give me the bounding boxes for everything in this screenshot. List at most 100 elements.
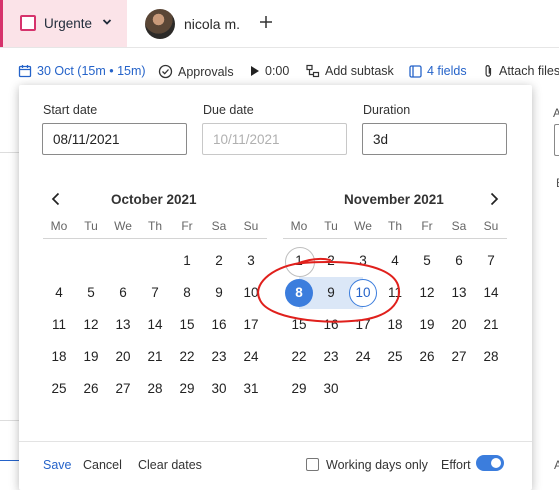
day-cell[interactable]: 18 <box>43 341 75 373</box>
day-cell[interactable]: 17 <box>235 309 267 341</box>
attach-files-button[interactable]: Attach files <box>483 64 559 78</box>
day-cell[interactable]: 22 <box>171 341 203 373</box>
cancel-button[interactable]: Cancel <box>83 458 122 472</box>
day-cell[interactable]: 12 <box>75 309 107 341</box>
day-cell[interactable]: 5 <box>411 245 443 277</box>
day-cell[interactable]: 19 <box>75 341 107 373</box>
working-days-checkbox[interactable] <box>306 458 319 471</box>
add-subtask-button[interactable]: Add subtask <box>306 64 394 78</box>
day-cell[interactable]: 31 <box>235 373 267 405</box>
clear-dates-button[interactable]: Clear dates <box>138 458 202 472</box>
day-cell[interactable]: 6 <box>443 245 475 277</box>
weekday-label: Sa <box>451 219 467 233</box>
day-cell[interactable]: 14 <box>139 309 171 341</box>
timer-button[interactable]: 0:00 <box>250 64 289 78</box>
day-cell[interactable]: 9 <box>203 277 235 309</box>
day-cell[interactable]: 29 <box>171 373 203 405</box>
day-number: 14 <box>147 317 163 332</box>
due-date-input[interactable]: 10/11/2021 <box>202 123 347 155</box>
day-cell[interactable]: 30 <box>315 373 347 405</box>
day-cell[interactable]: 19 <box>411 309 443 341</box>
add-assignee-icon[interactable] <box>258 14 274 30</box>
approvals-button[interactable]: Approvals <box>158 64 234 79</box>
timer-label: 0:00 <box>265 64 290 78</box>
day-cell[interactable]: 3 <box>347 245 379 277</box>
add-subtask-label: Add subtask <box>325 64 394 78</box>
assignee-name[interactable]: nicola m. <box>184 16 240 32</box>
day-cell[interactable]: 21 <box>139 341 171 373</box>
task-header: Urgente nicola m. <box>0 0 559 48</box>
day-cell[interactable]: 22 <box>283 341 315 373</box>
day-cell[interactable]: 7 <box>139 277 171 309</box>
selected-end-day[interactable]: 10 <box>347 277 379 309</box>
day-number: 3 <box>359 253 367 268</box>
background-field[interactable] <box>554 124 559 156</box>
day-number: 20 <box>451 317 467 332</box>
day-cell[interactable]: 4 <box>379 245 411 277</box>
day-cell[interactable]: 10 <box>235 277 267 309</box>
day-cell[interactable]: 27 <box>107 373 139 405</box>
day-cell[interactable]: 25 <box>379 341 411 373</box>
save-button[interactable]: Save <box>43 458 72 472</box>
day-cell[interactable]: 5 <box>75 277 107 309</box>
avatar[interactable] <box>145 9 175 39</box>
day-cell[interactable]: 20 <box>443 309 475 341</box>
day-cell[interactable]: 16 <box>203 309 235 341</box>
day-cell[interactable]: 15 <box>171 309 203 341</box>
day-cell[interactable]: 26 <box>411 341 443 373</box>
weekday-label: Tu <box>84 219 98 233</box>
day-cell[interactable]: 20 <box>107 341 139 373</box>
day-cell[interactable]: 16 <box>315 309 347 341</box>
day-number: 10 <box>349 279 377 307</box>
day-cell[interactable]: 11 <box>43 309 75 341</box>
day-cell[interactable]: 24 <box>347 341 379 373</box>
day-number: 19 <box>83 349 99 364</box>
day-cell[interactable]: 25 <box>43 373 75 405</box>
day-cell[interactable]: 23 <box>315 341 347 373</box>
day-number: 15 <box>179 317 195 332</box>
day-cell[interactable]: 23 <box>203 341 235 373</box>
day-number: 29 <box>291 381 307 396</box>
day-cell[interactable]: 9 <box>315 277 347 309</box>
day-cell[interactable]: 8 <box>171 277 203 309</box>
effort-toggle[interactable] <box>476 455 504 471</box>
day-number: 23 <box>323 349 339 364</box>
day-cell[interactable]: 11 <box>379 277 411 309</box>
date-button[interactable]: 30 Oct (15m • 15m) <box>18 64 146 78</box>
day-number: 2 <box>327 253 335 268</box>
day-cell[interactable]: 27 <box>443 341 475 373</box>
status-checkbox[interactable] <box>20 15 36 31</box>
day-cell[interactable]: 29 <box>283 373 315 405</box>
fields-button[interactable]: 4 fields <box>409 64 467 78</box>
day-cell[interactable]: 28 <box>139 373 171 405</box>
selected-start-day[interactable]: 8 <box>283 277 315 309</box>
day-cell[interactable]: 15 <box>283 309 315 341</box>
day-cell[interactable]: 21 <box>475 309 507 341</box>
day-cell[interactable]: 6 <box>107 277 139 309</box>
day-cell[interactable]: 2 <box>203 245 235 277</box>
day-cell[interactable]: 3 <box>235 245 267 277</box>
day-cell[interactable]: 1 <box>171 245 203 277</box>
fields-label: 4 fields <box>427 64 467 78</box>
day-cell[interactable]: 28 <box>475 341 507 373</box>
weekday-label: Fr <box>181 219 193 233</box>
day-cell[interactable]: 4 <box>43 277 75 309</box>
chevron-left-icon[interactable] <box>49 192 63 206</box>
start-date-label: Start date <box>43 103 98 117</box>
status-dropdown[interactable]: Urgente <box>0 0 127 47</box>
start-date-input[interactable]: 08/11/2021 <box>42 123 187 155</box>
duration-input[interactable]: 3d <box>362 123 507 155</box>
day-cell[interactable]: 26 <box>75 373 107 405</box>
day-cell[interactable]: 7 <box>475 245 507 277</box>
day-cell[interactable]: 24 <box>235 341 267 373</box>
day-cell[interactable]: 12 <box>411 277 443 309</box>
today-day[interactable]: 1 <box>283 245 315 277</box>
day-cell[interactable]: 13 <box>107 309 139 341</box>
chevron-right-icon[interactable] <box>487 192 501 206</box>
day-cell[interactable]: 13 <box>443 277 475 309</box>
day-cell[interactable]: 17 <box>347 309 379 341</box>
day-cell[interactable]: 2 <box>315 245 347 277</box>
day-cell[interactable]: 18 <box>379 309 411 341</box>
day-cell[interactable]: 30 <box>203 373 235 405</box>
day-cell[interactable]: 14 <box>475 277 507 309</box>
